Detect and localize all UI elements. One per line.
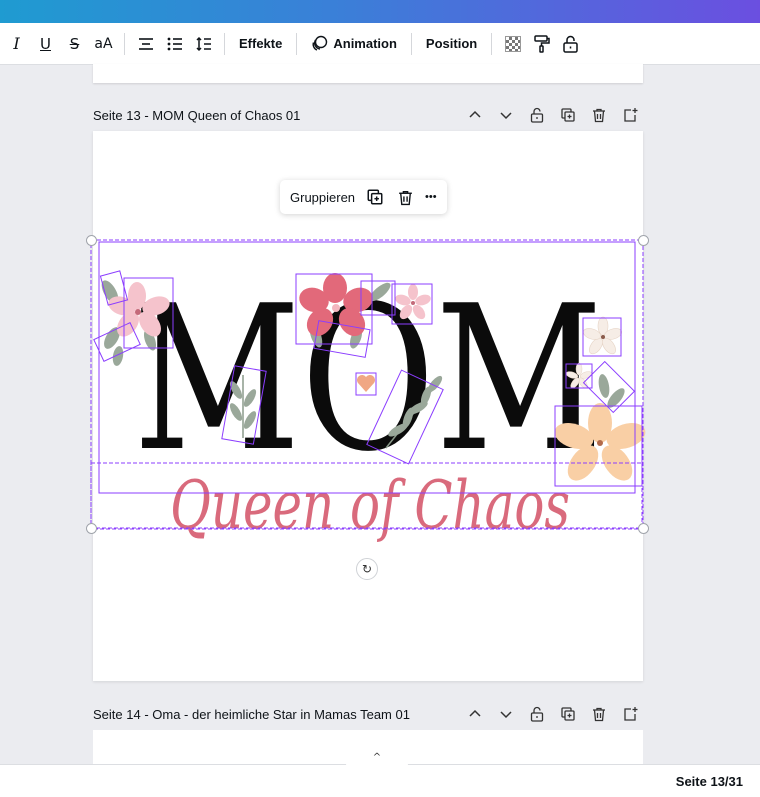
italic-button[interactable]: I bbox=[2, 28, 31, 60]
resize-handle-top-left[interactable] bbox=[86, 235, 97, 246]
chevron-up-icon bbox=[468, 110, 481, 118]
more-options-button[interactable]: ••• bbox=[425, 191, 437, 203]
rotate-icon: ↻ bbox=[361, 562, 373, 576]
top-gradient-bar bbox=[0, 0, 760, 23]
add-page-button[interactable] bbox=[616, 702, 643, 726]
list-button[interactable] bbox=[160, 28, 189, 60]
rotate-handle[interactable]: ↻ bbox=[356, 558, 378, 580]
paint-roller-icon bbox=[533, 34, 550, 53]
transparency-button[interactable] bbox=[498, 28, 527, 60]
page-actions bbox=[461, 702, 643, 726]
text-toolbar: I U S aA Effekte Animation Position bbox=[0, 23, 760, 65]
strikethrough-button[interactable]: S bbox=[60, 28, 89, 60]
lock-button[interactable] bbox=[556, 28, 585, 60]
delete-page-button[interactable] bbox=[585, 103, 612, 127]
page-title[interactable]: Seite 13 - MOM Queen of Chaos 01 bbox=[93, 108, 300, 123]
align-center-button[interactable] bbox=[131, 28, 160, 60]
list-icon bbox=[167, 37, 182, 50]
letter-case-button[interactable]: aA bbox=[89, 28, 118, 60]
trash-icon bbox=[592, 707, 605, 722]
delete-page-button[interactable] bbox=[585, 702, 612, 726]
duplicate-icon bbox=[560, 707, 575, 721]
previous-page-canvas bbox=[93, 64, 643, 83]
chevron-down-icon bbox=[499, 112, 512, 120]
chevron-up-icon bbox=[468, 709, 481, 717]
move-page-up-button[interactable] bbox=[461, 103, 488, 127]
duplicate-icon bbox=[560, 108, 575, 122]
underline-button[interactable]: U bbox=[31, 28, 60, 60]
toolbar-divider bbox=[224, 32, 225, 55]
toolbar-divider bbox=[124, 32, 125, 55]
lock-page-button[interactable] bbox=[523, 702, 550, 726]
move-page-down-button[interactable] bbox=[492, 103, 519, 127]
chevron-up-icon: ^ bbox=[372, 752, 382, 763]
toolbar-divider bbox=[296, 32, 298, 55]
resize-handle-top-right[interactable] bbox=[638, 235, 649, 246]
page-actions bbox=[461, 103, 643, 127]
trash-icon bbox=[398, 190, 412, 205]
line-spacing-icon bbox=[195, 36, 211, 51]
move-page-down-button[interactable] bbox=[492, 702, 519, 726]
delete-button[interactable] bbox=[395, 187, 415, 207]
group-button[interactable]: Gruppieren bbox=[290, 190, 355, 205]
toolbar-divider bbox=[410, 32, 412, 55]
duplicate-icon bbox=[367, 189, 383, 205]
selection-context-menu: Gruppieren ••• bbox=[280, 180, 447, 214]
move-page-up-button[interactable] bbox=[461, 702, 488, 726]
position-label: Position bbox=[425, 36, 478, 51]
duplicate-button[interactable] bbox=[365, 187, 385, 207]
toolbar-divider bbox=[491, 32, 493, 55]
page-header-13: Seite 13 - MOM Queen of Chaos 01 bbox=[93, 103, 643, 127]
spacing-button[interactable] bbox=[189, 28, 218, 60]
page-title[interactable]: Seite 14 - Oma - der heimliche Star in M… bbox=[93, 707, 410, 722]
add-page-icon bbox=[623, 108, 637, 122]
lock-icon bbox=[530, 107, 543, 123]
add-page-button[interactable] bbox=[616, 103, 643, 127]
animation-icon bbox=[312, 35, 328, 51]
lock-icon bbox=[530, 706, 543, 722]
add-page-icon bbox=[623, 707, 637, 721]
align-center-icon bbox=[138, 37, 153, 50]
bottom-status-bar bbox=[0, 764, 760, 797]
collapse-pages-button[interactable]: ^ bbox=[346, 752, 408, 766]
trash-icon bbox=[592, 108, 605, 123]
position-button[interactable]: Position bbox=[418, 28, 485, 60]
lock-page-button[interactable] bbox=[523, 103, 550, 127]
resize-handle-bottom-left[interactable] bbox=[86, 523, 97, 534]
resize-handle-bottom-right[interactable] bbox=[638, 523, 649, 534]
copy-style-button[interactable] bbox=[527, 28, 556, 60]
effects-label: Effekte bbox=[239, 36, 283, 51]
transparency-icon bbox=[504, 35, 521, 52]
animation-button[interactable]: Animation bbox=[303, 28, 405, 60]
page-header-14: Seite 14 - Oma - der heimliche Star in M… bbox=[93, 702, 643, 726]
page-indicator[interactable]: Seite 13/31 bbox=[676, 774, 743, 789]
animation-label: Animation bbox=[333, 36, 397, 51]
chevron-down-icon bbox=[499, 711, 512, 719]
duplicate-page-button[interactable] bbox=[554, 103, 581, 127]
lock-icon bbox=[563, 35, 578, 53]
effects-button[interactable]: Effekte bbox=[231, 28, 290, 60]
duplicate-page-button[interactable] bbox=[554, 702, 581, 726]
